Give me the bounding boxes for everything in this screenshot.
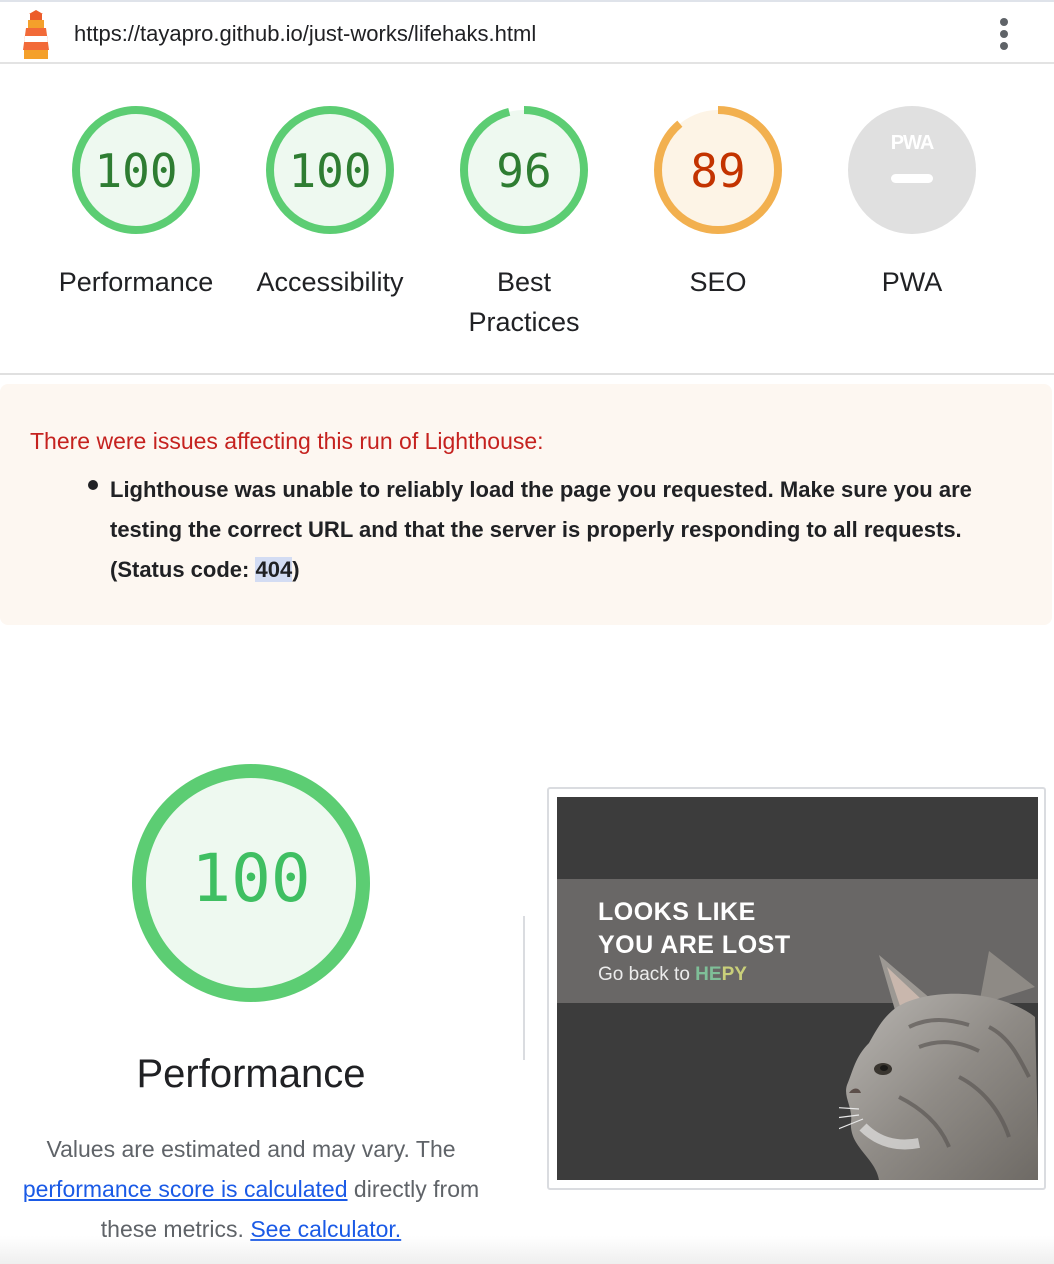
final-screenshot: LOOKS LIKE YOU ARE LOST Go back to HEPY xyxy=(557,797,1038,1180)
gauge-label: Accessibility xyxy=(256,267,404,297)
bottom-fade xyxy=(0,1236,1054,1264)
bullet-icon xyxy=(88,480,98,490)
status-code: 404 xyxy=(255,557,293,582)
report-top-bar: https://tayapro.github.io/just-works/lif… xyxy=(0,0,1054,64)
gauge-performance[interactable]: 100 Performance xyxy=(41,104,231,302)
warning-item-end: ) xyxy=(292,557,300,582)
vertical-divider xyxy=(523,916,525,1060)
warning-item-text: Lighthouse was unable to reliably load t… xyxy=(110,477,972,582)
gauge-score: 96 xyxy=(496,144,551,198)
desc-text-1: Values are estimated and may vary. The xyxy=(46,1136,456,1162)
cat-image xyxy=(839,951,1038,1180)
gauge-ring: 89 xyxy=(654,106,782,234)
gauge-score: 100 xyxy=(288,144,371,198)
screenshot-goback: Go back to HEPY xyxy=(598,964,747,986)
gauge-score: 100 xyxy=(94,144,177,198)
performance-title: Performance xyxy=(136,1052,366,1096)
gauge-ring: 100 xyxy=(72,106,200,234)
brand-name: HEPY xyxy=(695,964,747,985)
gauge-score: 89 xyxy=(690,144,745,198)
performance-description: Values are estimated and may vary. The pe… xyxy=(0,1129,502,1249)
gauge-label: PWA xyxy=(881,267,943,297)
warning-item: Lighthouse was unable to reliably load t… xyxy=(110,470,1020,590)
gauge-label: SEO xyxy=(689,267,747,297)
screenshot-heading-line2: YOU ARE LOST xyxy=(598,931,791,959)
screenshot-heading-line1: LOOKS LIKE xyxy=(598,898,756,926)
gauge-ring: 100 xyxy=(266,106,394,234)
page-url: https://tayapro.github.io/just-works/lif… xyxy=(74,21,537,46)
kebab-menu-icon[interactable] xyxy=(990,16,1018,54)
gauge-seo[interactable]: 89 SEO xyxy=(623,104,813,302)
gauge-accessibility[interactable]: 100 Accessibility xyxy=(235,104,425,302)
pwa-dash-icon xyxy=(891,174,933,183)
gauge-ring: 96 xyxy=(460,106,588,234)
pwa-badge-text: PWA xyxy=(891,132,934,154)
gauge-best-practices[interactable]: 96 Best Practices xyxy=(429,104,619,342)
gauge-pwa[interactable]: PWA PWA xyxy=(817,104,1007,302)
goback-text: Go back to xyxy=(598,964,696,985)
performance-score-link[interactable]: performance score is calculated xyxy=(23,1176,348,1202)
gauge-label: Performance xyxy=(58,267,214,297)
run-warnings-box: There were issues affecting this run of … xyxy=(0,384,1052,625)
section-divider xyxy=(0,373,1054,375)
performance-score-large: 100 xyxy=(191,840,310,917)
pwa-badge: PWA xyxy=(848,106,976,234)
warning-title: There were issues affecting this run of … xyxy=(30,428,544,454)
lighthouse-logo-icon xyxy=(23,10,49,59)
gauge-label: Best Practices xyxy=(468,267,580,337)
performance-gauge-large: 100 xyxy=(132,764,370,1002)
